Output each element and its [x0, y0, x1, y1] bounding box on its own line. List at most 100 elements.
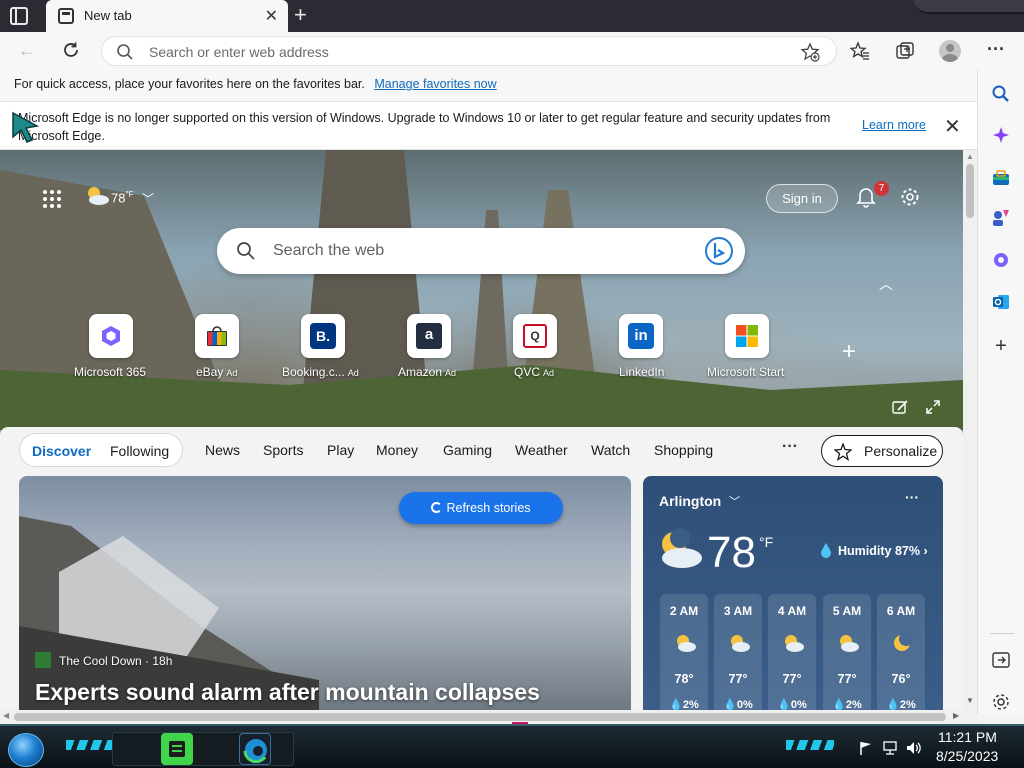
m365-icon — [102, 326, 120, 346]
story-headline[interactable]: Experts sound alarm after mountain colla… — [35, 679, 540, 706]
sign-in-button[interactable]: Sign in — [766, 184, 838, 213]
tile-qvc[interactable]: Q — [513, 314, 557, 358]
people-icon[interactable] — [991, 208, 1011, 228]
humidity-drop-icon — [821, 543, 831, 558]
feed-toggle: Discover Following — [19, 433, 183, 467]
tile-ebay[interactable] — [195, 314, 239, 358]
bing-chat-icon[interactable] — [703, 235, 735, 267]
tab-weather[interactable]: Weather — [515, 442, 568, 458]
tab-money[interactable]: Money — [376, 442, 418, 458]
address-bar[interactable]: Search or enter web address — [101, 36, 837, 66]
humidity-text[interactable]: Humidity 87% › — [838, 544, 928, 558]
shopping-icon[interactable] — [991, 168, 1011, 188]
clock-date[interactable]: 8/25/2023 — [936, 748, 998, 764]
learn-more-link[interactable]: Learn more — [862, 118, 926, 132]
app-launcher-icon[interactable] — [41, 188, 63, 210]
add-icon[interactable]: + — [991, 336, 1011, 356]
tab-sports[interactable]: Sports — [263, 442, 303, 458]
scroll-up-arrow-icon[interactable]: ▲ — [966, 152, 974, 161]
favorites-icon[interactable] — [850, 41, 870, 61]
more-categories-icon[interactable]: ··· — [782, 438, 798, 456]
outlook-icon[interactable] — [991, 292, 1011, 312]
notepad-app-icon[interactable] — [161, 733, 193, 765]
manage-favorites-link[interactable]: Manage favorites now — [374, 77, 496, 91]
add-favorite-icon[interactable] — [800, 42, 820, 62]
tab-close-icon[interactable]: ✕ — [265, 6, 278, 26]
hourly-temp: 77° — [728, 672, 748, 686]
partly-cloudy-night-icon — [785, 635, 804, 652]
edge-app-icon[interactable] — [239, 733, 271, 765]
weather-unit: °F — [759, 534, 774, 550]
panel-icon[interactable] — [991, 650, 1011, 670]
notification-count-badge: 7 — [874, 181, 889, 196]
refresh-stories-button[interactable]: Refresh stories — [399, 492, 563, 524]
search-icon — [237, 242, 255, 260]
tile-booking[interactable]: B. — [301, 314, 345, 358]
new-tab-button[interactable]: + — [294, 2, 307, 28]
tab-watch[interactable]: Watch — [591, 442, 630, 458]
web-search-box[interactable]: Search the web — [217, 228, 745, 274]
tile-label: QVC Ad — [514, 365, 555, 379]
tab-actions-icon[interactable] — [10, 7, 28, 25]
tab-discover[interactable]: Discover — [32, 443, 91, 459]
hourly-forecast-item[interactable]: 2 AM 78° 💧2% — [660, 594, 708, 710]
personalize-button[interactable]: Personalize — [821, 435, 943, 467]
edge-sidebar: + — [977, 70, 1024, 714]
hourly-forecast-item[interactable]: 4 AM 77° 💧0% — [768, 594, 816, 710]
chevron-down-icon[interactable]: ﹀ — [729, 493, 740, 509]
tile-label: eBay Ad — [196, 365, 238, 379]
network-icon[interactable] — [882, 740, 898, 756]
tab-new-tab[interactable]: New tab ✕ — [46, 0, 288, 32]
tab-shopping[interactable]: Shopping — [654, 442, 713, 458]
scroll-left-arrow-icon[interactable]: ◀ — [3, 711, 9, 720]
hourly-forecast-item[interactable]: 3 AM 77° 💧0% — [714, 594, 762, 710]
scroll-right-arrow-icon[interactable]: ▶ — [953, 711, 959, 720]
chevron-down-icon[interactable]: ﹀ — [142, 190, 154, 207]
hourly-forecast-item[interactable]: 6 AM 76° 💧2% — [877, 594, 925, 710]
add-site-icon[interactable]: + — [842, 338, 856, 366]
tile-label: Amazon Ad — [398, 365, 457, 379]
copilot-icon[interactable] — [991, 125, 1011, 145]
weather-more-icon[interactable]: ··· — [905, 489, 919, 505]
hourly-forecast-item[interactable]: 5 AM 77° 💧2% — [823, 594, 871, 710]
start-button[interactable] — [8, 733, 44, 767]
hourly-temp: 76° — [891, 672, 911, 686]
tab-play[interactable]: Play — [327, 442, 354, 458]
notice-close-icon[interactable]: ✕ — [944, 114, 961, 139]
tab-gaming[interactable]: Gaming — [443, 442, 492, 458]
settings-more-icon[interactable]: ··· — [987, 39, 1005, 60]
tile-amazon[interactable]: a — [407, 314, 451, 358]
partly-cloudy-night-icon — [840, 635, 859, 652]
collapse-chevron-up-icon[interactable]: ︿ — [879, 274, 893, 294]
partly-cloudy-night-icon — [662, 528, 702, 568]
tile-linkedin[interactable]: in — [619, 314, 663, 358]
hourly-time: 6 AM — [886, 604, 916, 618]
edit-background-icon[interactable] — [892, 399, 908, 415]
settings-icon[interactable] — [991, 692, 1011, 712]
collections-icon[interactable] — [895, 41, 915, 61]
profile-avatar[interactable] — [939, 40, 961, 62]
clock-time[interactable]: 11:21 PM — [938, 729, 997, 745]
refresh-button[interactable] — [61, 40, 81, 60]
vertical-scroll-thumb[interactable] — [966, 164, 974, 218]
horizontal-scroll-thumb[interactable] — [14, 713, 946, 721]
tile-microsoft-365[interactable] — [89, 314, 133, 358]
tile-microsoft-start[interactable] — [725, 314, 769, 358]
office-icon[interactable] — [991, 250, 1011, 270]
page-settings-gear-icon[interactable] — [899, 186, 921, 208]
tab-news[interactable]: News — [205, 442, 240, 458]
tab-following[interactable]: Following — [110, 443, 169, 459]
address-toolbar: ← Search or enter web address ··· — [0, 32, 1024, 70]
expand-icon[interactable] — [925, 399, 941, 415]
volume-icon[interactable] — [905, 740, 921, 756]
vertical-scrollbar[interactable]: ▲ ▼ — [963, 150, 977, 710]
weather-city[interactable]: Arlington — [659, 493, 721, 509]
scroll-down-arrow-icon[interactable]: ▼ — [966, 696, 974, 705]
sidebar-separator — [990, 633, 1014, 634]
weather-card[interactable]: Arlington ﹀ ··· 78 °F Humidity 87% › 2 A… — [643, 476, 943, 710]
back-button[interactable]: ← — [18, 40, 36, 61]
hero-weather-temp[interactable]: 78°F — [111, 190, 134, 205]
search-icon[interactable] — [991, 84, 1011, 104]
horizontal-scrollbar[interactable]: ◀ ▶ — [0, 710, 977, 724]
action-center-flag-icon[interactable] — [858, 740, 874, 756]
